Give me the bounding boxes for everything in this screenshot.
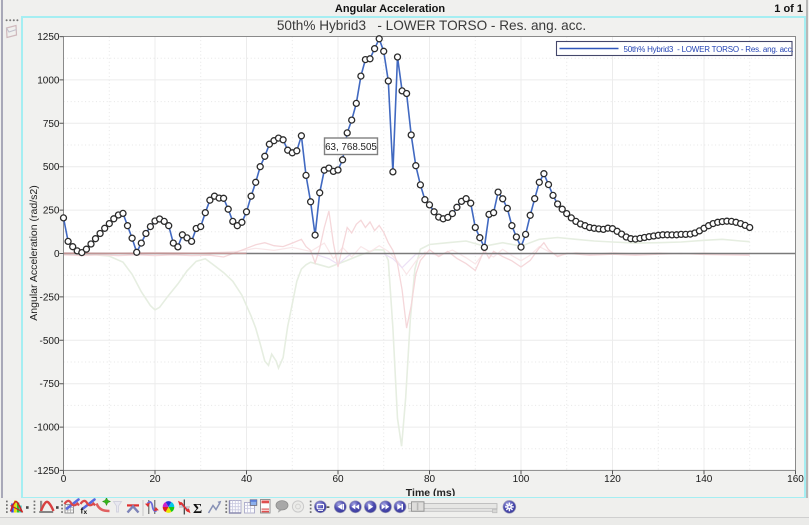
- svg-text:40: 40: [240, 474, 252, 485]
- svg-text:-500: -500: [39, 336, 59, 347]
- svg-text:500: 500: [42, 162, 59, 173]
- svg-text:50th% Hybrid3 - LOWER TORSO: 50th% Hybrid3 - LOWER TORSO - Res. ang. …: [276, 18, 585, 33]
- svg-text:63, 768.505: 63, 768.505: [325, 142, 377, 153]
- svg-text:0: 0: [60, 474, 66, 485]
- svg-text:1250: 1250: [37, 32, 60, 43]
- svg-text:140: 140: [695, 474, 712, 485]
- svg-text:250: 250: [42, 206, 59, 217]
- svg-text:0: 0: [53, 249, 59, 260]
- svg-text:160: 160: [787, 474, 804, 485]
- svg-text:60: 60: [332, 474, 344, 485]
- svg-text:80: 80: [423, 474, 435, 485]
- svg-text:1000: 1000: [37, 75, 60, 86]
- svg-text:100: 100: [512, 474, 529, 485]
- svg-text:-250: -250: [39, 292, 59, 303]
- svg-text:750: 750: [42, 119, 59, 130]
- svg-text:Angular Acceleration (rad/s2): Angular Acceleration (rad/s2): [28, 185, 40, 320]
- svg-text:20: 20: [149, 474, 161, 485]
- svg-text:120: 120: [604, 474, 621, 485]
- svg-text:50th% Hybrid3 - LOWER TORSO -: 50th% Hybrid3 - LOWER TORSO - Res. ang. …: [623, 45, 793, 54]
- svg-text:x: x: [84, 509, 88, 516]
- svg-text:Σ: Σ: [193, 502, 202, 517]
- svg-text:-750: -750: [39, 379, 59, 390]
- svg-text:-1250: -1250: [33, 466, 59, 477]
- svg-text:Time (ms): Time (ms): [405, 487, 454, 496]
- svg-text:-1000: -1000: [33, 423, 59, 434]
